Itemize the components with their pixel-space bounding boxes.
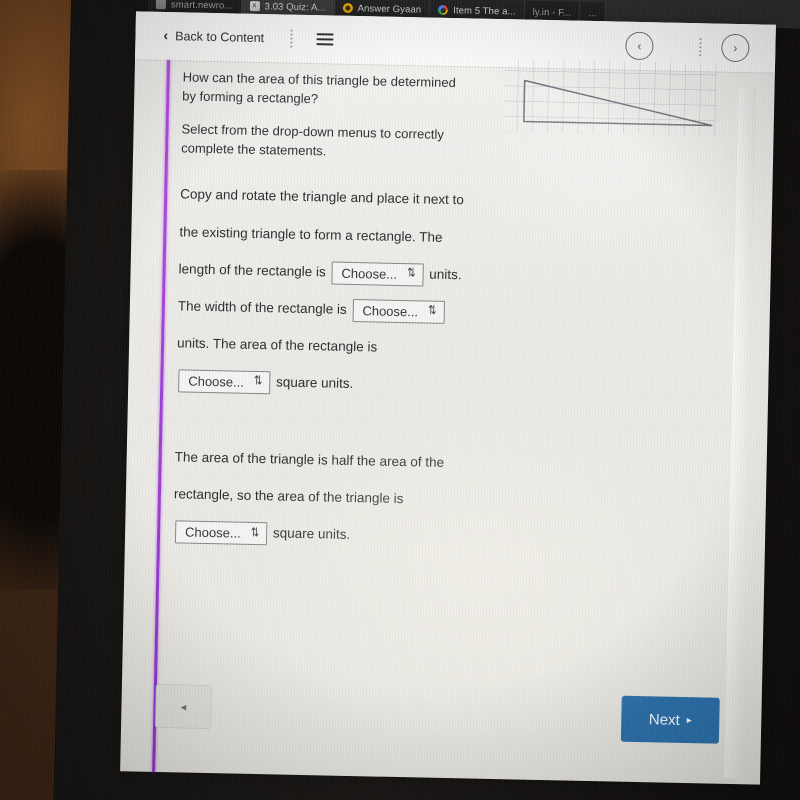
statement-two-part1: The area of the triangle is half the are…: [173, 449, 445, 507]
chevron-updown-icon: ⇅: [406, 266, 415, 281]
statement-one: Copy and rotate the triangle and place i…: [176, 176, 471, 405]
question-content: How can the area of this triangle be det…: [173, 68, 743, 561]
width-select[interactable]: Choose... ⇅: [352, 298, 445, 324]
chevron-right-icon: ›: [733, 40, 738, 55]
yellow-dot-icon: [342, 2, 353, 14]
question-header: How can the area of this triangle be det…: [181, 68, 463, 163]
browser-tab-title: smart.newro...: [170, 0, 233, 12]
browser-tab-title: 3.03 Quiz: A...: [264, 0, 326, 14]
more-options-icon[interactable]: [289, 29, 293, 48]
statement-one-part4: square units.: [275, 374, 354, 392]
chevron-updown-icon: ⇅: [427, 304, 436, 319]
back-to-content-label: Back to Content: [175, 29, 265, 46]
next-item-button[interactable]: ›: [721, 33, 750, 63]
length-select[interactable]: Choose... ⇅: [331, 261, 424, 287]
tablet-photo: smart.newro... x 3.03 Quiz: A... Answer …: [0, 0, 800, 800]
question-instruction: Select from the drop-down menus to corre…: [181, 121, 444, 158]
chevron-updown-icon: ⇅: [253, 374, 262, 389]
length-select-value: Choose...: [341, 265, 398, 282]
next-button-label: Next: [648, 710, 680, 729]
triangle-right-icon: ▸: [686, 714, 692, 726]
triangle-left-icon: ◂: [180, 700, 187, 714]
chevron-left-icon: ‹: [637, 38, 642, 53]
rectangle-area-select-value: Choose...: [188, 373, 245, 390]
question-prompt: How can the area of this triangle be det…: [182, 69, 456, 107]
width-select-value: Choose...: [362, 302, 419, 320]
chevron-left-icon: ‹: [163, 26, 169, 44]
chevron-updown-icon: ⇅: [250, 526, 259, 541]
grey-page-icon: [155, 0, 167, 10]
back-to-content-button[interactable]: ‹ Back to Content: [163, 26, 265, 46]
app-screen: ‹ Back to Content ‹ › How can the area o…: [120, 11, 776, 785]
next-button[interactable]: Next ▸: [620, 695, 720, 744]
triangle-area-select[interactable]: Choose... ⇅: [174, 520, 268, 546]
accent-rail: [152, 60, 171, 772]
previous-item-button[interactable]: ‹: [625, 31, 654, 61]
x-square-icon: x: [249, 1, 260, 12]
statement-one-part3: units. The area of the rectangle is: [176, 335, 378, 355]
browser-tab-title: ...: [588, 7, 597, 19]
browser-tab-title: Item 5 The a...: [453, 4, 516, 18]
google-icon: [438, 4, 449, 16]
pager-dots-icon: [699, 38, 702, 57]
statement-two-part2: square units.: [272, 525, 351, 543]
triangle-area-select-value: Choose...: [184, 524, 241, 542]
previous-button[interactable]: ◂: [155, 683, 212, 730]
rectangle-area-select[interactable]: Choose... ⇅: [178, 369, 271, 395]
menu-icon[interactable]: [315, 33, 334, 46]
browser-tab-title: ly.in - F...: [532, 6, 572, 19]
browser-tab-title: Answer Gyaan: [357, 2, 422, 16]
statement-two: The area of the triangle is half the are…: [173, 438, 475, 556]
